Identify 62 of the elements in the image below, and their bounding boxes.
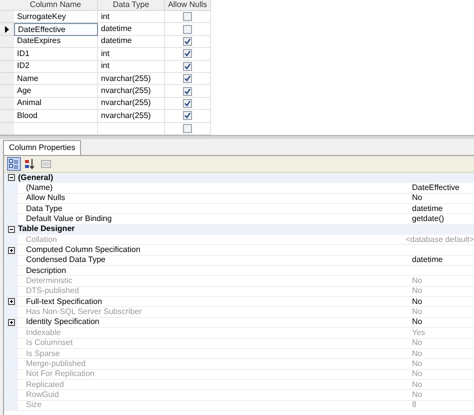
- properties-tab[interactable]: Column Properties: [3, 140, 82, 155]
- collapse-icon[interactable]: [8, 174, 14, 182]
- column-name-cell[interactable]: Animal: [14, 98, 98, 110]
- data-type-cell[interactable]: nvarchar(255): [98, 72, 165, 86]
- property-name[interactable]: Default Value or Binding: [26, 215, 112, 224]
- column-name-cell[interactable]: ID1: [14, 48, 98, 61]
- property-name[interactable]: Allow Nulls: [26, 194, 66, 202]
- data-type-cell[interactable]: datetime: [98, 36, 165, 48]
- property-value[interactable]: getdate(): [412, 215, 444, 224]
- allow-nulls-checkbox[interactable]: [183, 36, 192, 46]
- row-selector[interactable]: [0, 23, 14, 36]
- allow-nulls-checkbox[interactable]: [183, 111, 192, 120]
- column-header[interactable]: Allow Nulls: [165, 0, 211, 11]
- property-value[interactable]: No: [412, 298, 422, 306]
- data-type-cell[interactable]: int: [98, 11, 165, 24]
- allow-nulls-checkbox[interactable]: [183, 12, 192, 22]
- expand-icon[interactable]: [8, 318, 14, 326]
- property-name[interactable]: Data Type: [26, 204, 62, 213]
- allow-nulls-checkbox[interactable]: [183, 98, 192, 108]
- property-name[interactable]: Computed Column Specification: [26, 246, 140, 254]
- column-name-cell[interactable]: DateEffective: [14, 23, 98, 36]
- current-row-icon: [5, 26, 9, 33]
- column-header[interactable]: Column Name: [14, 0, 98, 11]
- expand-icon[interactable]: [8, 298, 14, 306]
- property-value[interactable]: No: [412, 194, 422, 202]
- data-type-cell[interactable]: datetime: [98, 23, 165, 36]
- property-value[interactable]: datetime: [412, 256, 443, 264]
- property-name[interactable]: Full-text Specification: [26, 298, 102, 306]
- data-type-cell[interactable]: nvarchar(255): [98, 85, 165, 98]
- property-name[interactable]: (Name): [26, 184, 53, 192]
- allow-nulls-checkbox[interactable]: [183, 124, 192, 133]
- data-type-cell[interactable]: nvarchar(255): [98, 98, 165, 110]
- category-label: (General): [18, 174, 54, 182]
- allow-nulls-checkbox[interactable]: [183, 49, 192, 58]
- allow-nulls-checkbox[interactable]: [183, 74, 192, 84]
- allow-nulls-checkbox[interactable]: [183, 62, 192, 71]
- sort-icon: [25, 159, 35, 169]
- property-pages-icon: [41, 159, 51, 169]
- expand-icon[interactable]: [8, 246, 14, 254]
- property-name[interactable]: Condensed Data Type: [26, 256, 106, 264]
- data-type-cell[interactable]: nvarchar(255): [98, 110, 165, 123]
- data-type-cell[interactable]: int: [98, 60, 165, 73]
- property-value[interactable]: DateEffective: [412, 184, 460, 192]
- column-name-cell[interactable]: ID2: [14, 60, 98, 73]
- property-value[interactable]: datetime: [412, 204, 443, 213]
- column-name-cell[interactable]: Blood: [14, 110, 98, 123]
- data-type-cell[interactable]: int: [98, 48, 165, 61]
- property-name[interactable]: Identity Specification: [26, 318, 100, 326]
- toolbar-button[interactable]: [23, 157, 37, 171]
- categorized-icon: [9, 159, 19, 169]
- column-name-cell[interactable]: Name: [14, 72, 98, 86]
- toolbar-button[interactable]: [7, 157, 21, 171]
- column-name-cell[interactable]: DateExpires: [14, 36, 98, 48]
- category-label: Table Designer: [18, 225, 75, 234]
- property-name[interactable]: Description: [26, 266, 66, 275]
- allow-nulls-checkbox[interactable]: [183, 86, 192, 96]
- column-header[interactable]: Data Type: [98, 0, 165, 11]
- collapse-icon[interactable]: [8, 226, 14, 233]
- allow-nulls-checkbox[interactable]: [183, 24, 192, 34]
- column-name-cell[interactable]: Age: [14, 85, 98, 98]
- header-corner: [0, 0, 14, 11]
- property-value[interactable]: No: [412, 318, 422, 326]
